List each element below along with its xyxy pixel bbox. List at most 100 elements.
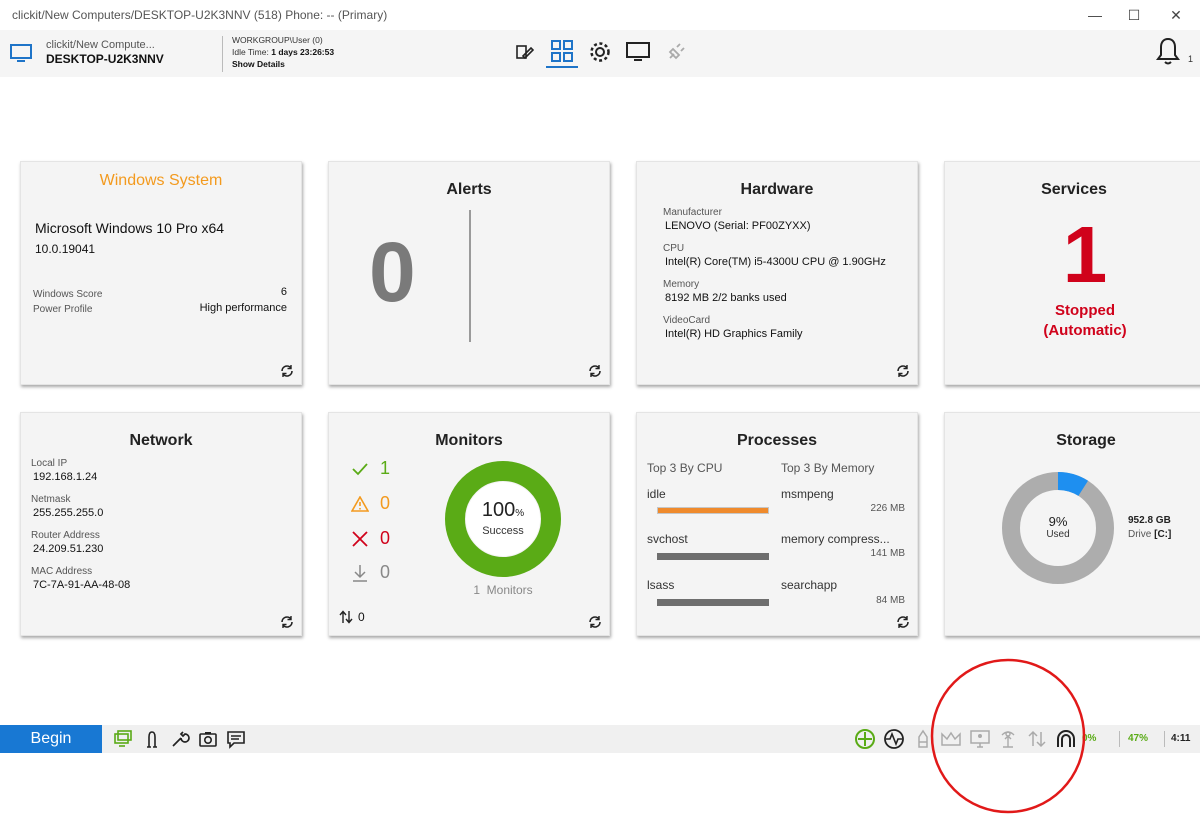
- plug-icon: [668, 43, 685, 60]
- computer-info: clickit/New Compute... DESKTOP-U2K3NNV: [8, 38, 164, 66]
- monitors-card[interactable]: Monitors 1 0 0 0 100% Success 1 Monitors…: [328, 412, 610, 636]
- services-status: Stopped: [1055, 302, 1115, 319]
- memory-header: Top 3 By Memory: [781, 461, 875, 475]
- card-title: Storage: [1056, 432, 1116, 449]
- refresh-icon[interactable]: [895, 363, 911, 379]
- memory-label: Memory: [663, 279, 700, 290]
- edit-notes-button[interactable]: [508, 36, 540, 68]
- idle-label: Idle Time:: [232, 47, 269, 57]
- card-title: Processes: [736, 432, 818, 449]
- minimize-button[interactable]: —: [1075, 0, 1115, 30]
- refresh-icon[interactable]: [587, 363, 603, 379]
- gear-icon: [590, 42, 610, 62]
- processes-card[interactable]: Processes Top 3 By CPU Top 3 By Memory i…: [636, 412, 918, 636]
- cpu-process-bar: [657, 599, 769, 606]
- header-bar: clickit/New Compute... DESKTOP-U2K3NNV W…: [0, 30, 1200, 77]
- monitors-total: 1 Monitors: [473, 583, 533, 597]
- show-details-link[interactable]: Show Details: [232, 59, 285, 69]
- chat-button[interactable]: [225, 728, 247, 750]
- fail-icon: [352, 531, 368, 547]
- settings-button[interactable]: [584, 36, 616, 68]
- memory-process-name: searchapp: [781, 578, 838, 592]
- highlight-circle: [930, 658, 1086, 814]
- router-value: 24.209.51.230: [33, 543, 104, 555]
- sort-count: 0: [358, 610, 365, 624]
- performance-button[interactable]: [883, 728, 905, 750]
- cpu-process-name: lsass: [647, 578, 675, 592]
- refresh-icon[interactable]: [895, 614, 911, 630]
- storage-card[interactable]: Storage 9% Used 952.8 GB Drive [C:]: [944, 412, 1200, 636]
- storage-drive: Drive [C:]: [1128, 529, 1171, 540]
- cpu-process-name: idle: [647, 487, 666, 501]
- netmask-label: Netmask: [31, 494, 71, 505]
- success-percent: 100: [481, 499, 516, 521]
- notifications-button[interactable]: [1155, 36, 1181, 71]
- monitors-down-count: 0: [380, 562, 391, 582]
- score-value: 6: [280, 286, 287, 298]
- hardware-card[interactable]: Hardware Manufacturer LENOVO (Serial: PF…: [636, 161, 918, 385]
- begin-button[interactable]: Begin: [0, 725, 102, 753]
- user-label: WORKGROUP\User (0): [232, 35, 323, 45]
- stopped-services-count: 1: [1062, 210, 1108, 299]
- storage-used-label: Used: [1046, 529, 1070, 540]
- screenshot-button[interactable]: [197, 728, 219, 750]
- score-label: Windows Score: [33, 289, 103, 300]
- title-bar: clickit/New Computers/DESKTOP-U2K3NNV (5…: [0, 0, 1200, 30]
- memory-value: 8192 MB 2/2 banks used: [665, 292, 787, 304]
- notification-count: 1: [1188, 54, 1194, 64]
- success-label: Success: [482, 525, 524, 537]
- remote-desktop-button[interactable]: [622, 36, 654, 68]
- disconnect-button[interactable]: [660, 36, 692, 68]
- windows-system-card[interactable]: Windows System Microsoft Windows 10 Pro …: [20, 161, 302, 385]
- percent-sign: %: [515, 508, 525, 519]
- local-ip-label: Local IP: [31, 458, 68, 469]
- memory-process-size: 226 MB: [870, 503, 905, 514]
- cpu-label: CPU: [663, 243, 685, 254]
- refresh-icon[interactable]: [279, 363, 295, 379]
- sort-icon[interactable]: [339, 610, 353, 624]
- computer-path: clickit/New Compute...: [46, 39, 155, 51]
- idle-value: 1 days 23:26:53: [271, 47, 335, 57]
- videocard-label: VideoCard: [663, 315, 711, 326]
- terminal-icon: [147, 731, 157, 748]
- wrench-icon: [172, 731, 190, 747]
- network-card[interactable]: Network Local IP 192.168.1.24 Netmask 25…: [20, 412, 302, 636]
- card-title: Services: [1041, 181, 1107, 198]
- maximize-button[interactable]: ☐: [1114, 0, 1154, 30]
- check-icon: [352, 463, 368, 476]
- monitor-icon: [10, 44, 32, 62]
- download-icon: [353, 565, 367, 582]
- donut-label: 100%: [441, 499, 565, 522]
- videocard-value: Intel(R) HD Graphics Family: [665, 328, 803, 340]
- taskbar-divider: [1119, 731, 1120, 747]
- cpu-header: Top 3 By CPU: [647, 461, 723, 475]
- camera-icon: [199, 732, 217, 747]
- screen-share-icon: [114, 730, 132, 747]
- manufacturer-value: LENOVO (Serial: PF00ZYXX): [665, 220, 811, 232]
- services-card[interactable]: Services 1 Stopped (Automatic): [944, 161, 1200, 385]
- cpu-process-bar: [657, 507, 769, 514]
- tools-button[interactable]: [169, 728, 191, 750]
- toolbar: [508, 36, 692, 68]
- pulse-icon: [884, 729, 904, 749]
- card-title: Network: [129, 432, 193, 449]
- clock: 4:11: [1171, 733, 1191, 744]
- cpu-process-name: svchost: [647, 532, 688, 546]
- alerts-card[interactable]: Alerts 0: [328, 161, 610, 385]
- memory-process-size: 84 MB: [876, 595, 905, 606]
- power-value: High performance: [199, 302, 287, 314]
- card-title: Windows System: [99, 172, 223, 189]
- services-start-mode: (Automatic): [1043, 322, 1127, 339]
- cpu-process-bar: [657, 553, 769, 560]
- add-button[interactable]: [854, 728, 876, 750]
- terminal-button[interactable]: [141, 728, 163, 750]
- refresh-icon[interactable]: [587, 614, 603, 630]
- dashboard-button[interactable]: [546, 36, 578, 68]
- cpu-value: Intel(R) Core(TM) i5-4300U CPU @ 1.90GHz: [665, 256, 886, 268]
- plus-circle-icon: [855, 729, 875, 749]
- remote-screen-button[interactable]: [112, 728, 134, 750]
- window-title: clickit/New Computers/DESKTOP-U2K3NNV (5…: [12, 8, 388, 22]
- close-button[interactable]: ✕: [1156, 0, 1196, 30]
- refresh-icon[interactable]: [279, 614, 295, 630]
- desktop-icon: [626, 42, 650, 61]
